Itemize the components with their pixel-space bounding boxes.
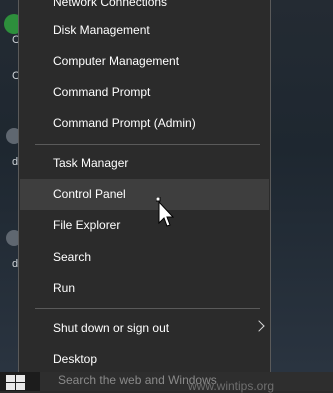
menu-item-disk-management[interactable]: Disk Management [20,15,269,46]
taskbar: Search the web and Windows [0,372,333,391]
windows-logo-icon [6,383,15,390]
windows-logo-icon [16,383,25,390]
menu-item-control-panel[interactable]: Control Panel [20,179,269,210]
mouse-pointer-icon [156,197,174,227]
menu-separator [35,308,260,309]
taskbar-search-box[interactable]: Search the web and Windows [40,372,333,391]
menu-item-label: Command Prompt (Admin) [53,116,196,130]
menu-item-run[interactable]: Run [20,273,269,304]
start-button[interactable] [6,374,28,391]
menu-separator [35,144,260,145]
menu-item-search[interactable]: Search [20,242,269,273]
chevron-right-icon [253,320,265,332]
menu-item-label: Control Panel [53,187,126,201]
menu-item-label: Disk Management [53,23,150,37]
windows-logo-icon [6,375,15,382]
menu-item-label: File Explorer [53,218,121,232]
menu-item-shut-down-or-sign-out[interactable]: Shut down or sign out [20,313,269,344]
win-x-context-menu: Network Connections Disk Management Comp… [18,0,271,375]
menu-item-label: Task Manager [53,156,129,170]
menu-item-task-manager[interactable]: Task Manager [20,148,269,179]
menu-item-label: Network Connections [53,0,168,9]
windows-logo-icon [16,375,25,382]
menu-item-label: Run [53,281,76,295]
menu-item-desktop[interactable]: Desktop [20,344,269,375]
menu-item-file-explorer[interactable]: File Explorer [20,210,269,241]
menu-item-command-prompt[interactable]: Command Prompt [20,77,269,108]
menu-item-label: Search [53,250,92,264]
menu-item-label: Command Prompt [53,85,151,99]
menu-item-label: Computer Management [53,54,180,68]
menu-item-label: Shut down or sign out [53,321,170,335]
menu-item-computer-management[interactable]: Computer Management [20,46,269,77]
menu-item-label: Desktop [53,352,98,366]
menu-item-command-prompt-admin[interactable]: Command Prompt (Admin) [20,108,269,139]
